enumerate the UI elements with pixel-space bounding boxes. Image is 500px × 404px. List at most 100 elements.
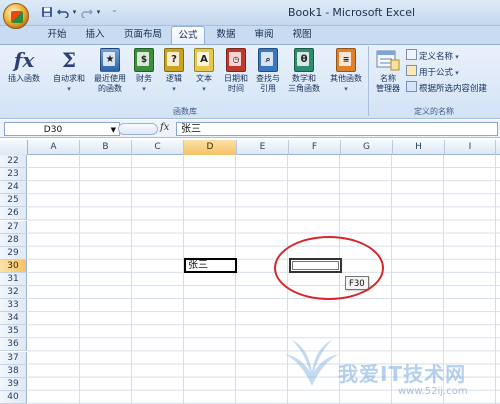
tab-page-layout[interactable]: 页面布局 (118, 26, 168, 44)
math-label-1: 数学和 (292, 74, 316, 83)
row-header-28[interactable]: 28 (0, 233, 27, 247)
watermark-url: www.52ij.com (398, 386, 468, 397)
watermark-wings-logo (282, 328, 342, 388)
row-header-34[interactable]: 34 (0, 312, 27, 326)
office-button[interactable] (3, 3, 29, 29)
book-more-icon: ≡ (335, 48, 357, 72)
chevron-down-icon: ▾ (453, 69, 459, 77)
more-functions-label: 其他函数 (330, 74, 362, 83)
logical-glyph: ? (171, 54, 177, 65)
recently-used-label-2: 的函数 (98, 84, 122, 93)
chevron-down-icon: ▾ (172, 85, 176, 93)
more-functions-button[interactable]: ≡ 其他函数 ▾ (326, 48, 366, 94)
lookup-reference-button[interactable]: ⌕ 查找与 引用 (252, 48, 284, 94)
tab-insert[interactable]: 插入 (78, 26, 112, 44)
book-lookup-icon: ⌕ (257, 48, 279, 72)
column-header-e[interactable]: E (237, 140, 289, 155)
column-header-g[interactable]: G (341, 140, 393, 155)
select-all-button[interactable] (0, 140, 28, 155)
create-from-selection-icon (406, 81, 417, 92)
row-header-30[interactable]: 30 (0, 259, 27, 273)
text-button[interactable]: A 文本 ▾ (190, 48, 218, 94)
redo-dropdown-icon[interactable]: ▾ (92, 6, 105, 19)
fx-icon: fx (13, 48, 35, 72)
row-header-40[interactable]: 40 (0, 390, 27, 404)
office-logo-icon (11, 11, 23, 23)
row-header-22[interactable]: 22 (0, 155, 27, 169)
qat-dropdown-icon[interactable]: ⁼ (108, 6, 121, 19)
column-header-c[interactable]: C (132, 140, 184, 155)
tab-data[interactable]: 数据 (209, 26, 243, 44)
recently-used-label-1: 最近使用 (94, 74, 126, 83)
row-header-37[interactable]: 37 (0, 351, 27, 365)
book-datetime-icon: ◷ (225, 48, 247, 72)
text-glyph: A (200, 54, 208, 65)
column-header-d[interactable]: D (184, 140, 237, 155)
row-header-38[interactable]: 38 (0, 364, 27, 378)
row-header-27[interactable]: 27 (0, 220, 27, 234)
chevron-down-icon: ▾ (67, 85, 71, 93)
autosum-button[interactable]: Σ 自动求和 ▾ (48, 48, 90, 94)
sigma-icon: Σ (61, 48, 77, 72)
name-manager-button[interactable]: 名称 管理器 (372, 48, 404, 94)
column-header-b[interactable]: B (80, 140, 132, 155)
insert-function-button[interactable]: fx 插入函数 (4, 48, 44, 84)
formula-bar-splitter[interactable] (118, 123, 158, 135)
name-manager-label-2: 管理器 (376, 84, 400, 93)
function-library-group-label: 函数库 (173, 107, 197, 116)
save-icon[interactable] (40, 6, 53, 19)
column-header-h[interactable]: H (393, 140, 445, 155)
autosum-label: 自动求和 (53, 74, 85, 83)
math-label-2: 三角函数 (288, 84, 320, 93)
book-star-icon: ★ (99, 48, 121, 72)
define-name-button[interactable]: 定义名称 ▾ (406, 49, 459, 62)
book-math-icon: θ (293, 48, 315, 72)
math-glyph: θ (300, 54, 308, 65)
define-name-label: 定义名称 (419, 52, 454, 62)
create-from-selection-label: 根据所选内容创建 (419, 84, 488, 94)
recently-used-button[interactable]: ★ 最近使用 的函数 (92, 48, 128, 94)
logical-button[interactable]: ? 逻辑 ▾ (160, 48, 188, 94)
book-financial-icon: $ (133, 48, 155, 72)
tab-home[interactable]: 开始 (40, 26, 74, 44)
row-header-39[interactable]: 39 (0, 377, 27, 391)
row-header-35[interactable]: 35 (0, 325, 27, 339)
row-header-25[interactable]: 25 (0, 194, 27, 208)
column-header-f[interactable]: F (289, 140, 341, 155)
math-trig-button[interactable]: θ 数学和 三角函数 (284, 48, 324, 94)
annotation-oval (274, 236, 384, 300)
chevron-down-icon: ▾ (344, 85, 348, 93)
name-box[interactable]: D30 ▼ (4, 122, 120, 136)
row-header-26[interactable]: 26 (0, 207, 27, 221)
cell-d30[interactable]: 张三 (184, 258, 237, 273)
chevron-down-icon: ▾ (202, 85, 206, 93)
row-header-23[interactable]: 23 (0, 168, 27, 182)
financial-button[interactable]: $ 财务 ▾ (130, 48, 158, 94)
book-text-icon: A (193, 48, 215, 72)
column-header-a[interactable]: A (28, 140, 80, 155)
name-manager-label-1: 名称 (380, 74, 396, 83)
text-label: 文本 (196, 74, 212, 83)
tab-view[interactable]: 视图 (285, 26, 319, 44)
row-header-24[interactable]: 24 (0, 181, 27, 195)
tab-review[interactable]: 审阅 (247, 26, 281, 44)
datetime-button[interactable]: ◷ 日期和 时间 (220, 48, 252, 94)
defined-names-group-label: 定义的名称 (414, 107, 454, 116)
datetime-label-1: 日期和 (224, 74, 248, 83)
row-header-32[interactable]: 32 (0, 286, 27, 300)
use-in-formula-button[interactable]: 用于公式 ▾ (406, 65, 459, 78)
define-name-icon (406, 49, 417, 60)
column-header-i[interactable]: I (445, 140, 496, 155)
formula-input[interactable]: 张三 (176, 122, 498, 136)
row-header-29[interactable]: 29 (0, 246, 27, 260)
row-header-36[interactable]: 36 (0, 338, 27, 352)
chevron-down-icon[interactable]: ▼ (111, 123, 116, 137)
lookup-label-2: 引用 (260, 84, 276, 93)
logical-label: 逻辑 (166, 74, 182, 83)
create-from-selection-button[interactable]: 根据所选内容创建 (406, 81, 488, 94)
insert-function-fx-button[interactable]: fx (160, 122, 169, 133)
tab-formulas[interactable]: 公式 (171, 26, 205, 45)
chevron-down-icon: ▾ (142, 85, 146, 93)
row-header-33[interactable]: 33 (0, 299, 27, 313)
row-header-31[interactable]: 31 (0, 272, 27, 286)
